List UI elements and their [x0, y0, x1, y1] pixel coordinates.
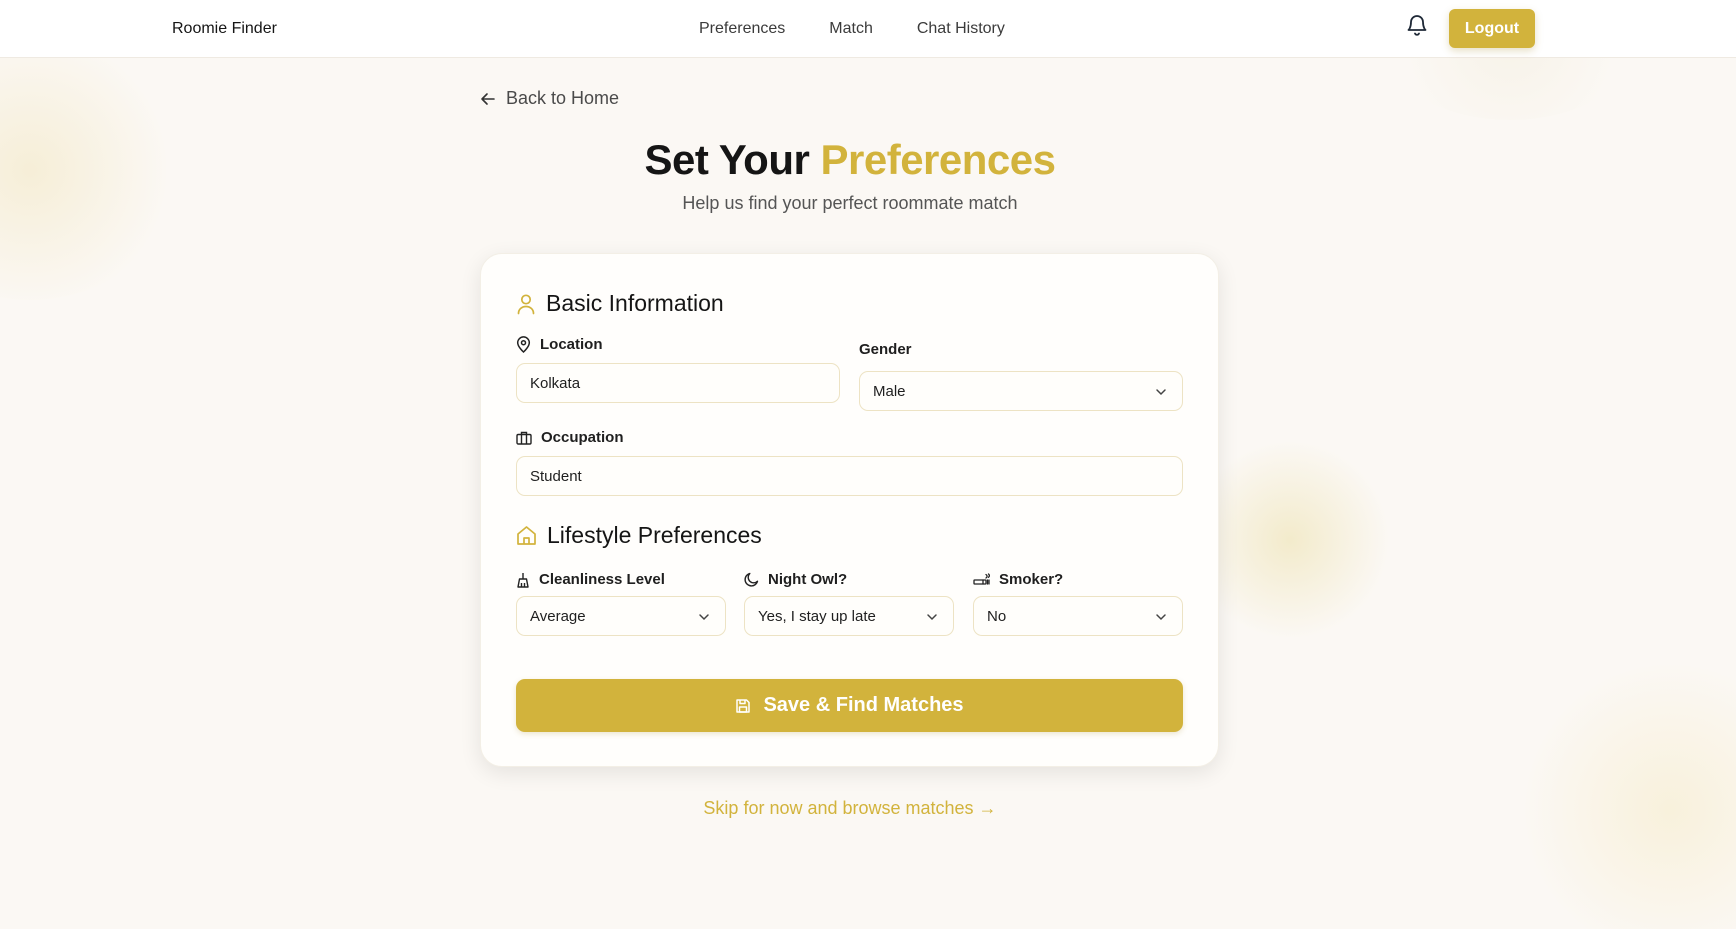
- location-input[interactable]: Kolkata: [516, 363, 840, 403]
- logout-button[interactable]: Logout: [1449, 9, 1535, 48]
- home-icon: [517, 526, 536, 545]
- page-subtitle: Help us find your perfect roommate match: [682, 193, 1018, 213]
- lifestyle-heading-text: Lifestyle Preferences: [547, 522, 762, 548]
- smoker-label: Smoker?: [973, 571, 1063, 588]
- smoker-select-value: No: [987, 607, 1007, 625]
- cleanliness-select-value: Average: [530, 607, 586, 625]
- night-owl-select[interactable]: Yes, I stay up late: [744, 596, 954, 636]
- page-title-prefix: Set Your: [644, 136, 810, 183]
- page-title-accent: Preferences: [820, 136, 1057, 183]
- smoker-label-text: Smoker?: [999, 571, 1064, 588]
- skip-browse-matches-link[interactable]: Skip for now and browse matches →: [0, 798, 1700, 819]
- broom-icon: [517, 572, 529, 588]
- night-owl-label: Night Owl?: [744, 571, 847, 588]
- gender-label-text: Gender: [859, 341, 912, 358]
- night-owl-select-value: Yes, I stay up late: [758, 607, 876, 625]
- cigarette-icon: [973, 573, 990, 585]
- page-title: Set Your Preferences: [0, 136, 1700, 184]
- gender-label: Gender: [859, 341, 912, 358]
- bell-icon[interactable]: [1405, 12, 1429, 38]
- occupation-label-text: Occupation: [541, 429, 624, 446]
- save-find-matches-label: Save & Find Matches: [763, 694, 964, 716]
- map-pin-icon: [516, 336, 531, 353]
- back-to-home-link[interactable]: Back to Home: [480, 88, 619, 109]
- preferences-card: Basic Information Location Kolkata Gende…: [480, 253, 1219, 767]
- location-label: Location: [516, 336, 603, 353]
- nav-link-chat-history[interactable]: Chat History: [917, 20, 1005, 38]
- save-find-matches-button[interactable]: Save & Find Matches: [516, 679, 1183, 732]
- chevron-down-icon: [1156, 389, 1166, 396]
- nav-links: Preferences Match Chat History: [699, 20, 1005, 38]
- chevron-down-icon: [1156, 614, 1166, 621]
- back-to-home-label: Back to Home: [506, 88, 620, 108]
- nav-link-match[interactable]: Match: [829, 20, 873, 38]
- brand-logo[interactable]: Roomie Finder: [172, 20, 277, 38]
- arrow-left-icon: [481, 92, 495, 105]
- briefcase-icon: [516, 431, 532, 445]
- occupation-input[interactable]: Student: [516, 456, 1183, 496]
- smoker-select[interactable]: No: [973, 596, 1183, 636]
- nav-link-preferences[interactable]: Preferences: [699, 20, 785, 38]
- gender-select[interactable]: Male: [859, 371, 1183, 411]
- cleanliness-label-text: Cleanliness Level: [539, 571, 665, 588]
- cleanliness-label: Cleanliness Level: [516, 571, 665, 588]
- chevron-down-icon: [927, 614, 937, 621]
- location-label-text: Location: [540, 336, 603, 353]
- gender-select-value: Male: [873, 382, 906, 400]
- basic-info-heading-text: Basic Information: [546, 290, 724, 316]
- chevron-down-icon: [699, 614, 709, 621]
- moon-icon: [744, 572, 759, 587]
- occupation-label: Occupation: [516, 429, 624, 446]
- top-nav: Roomie Finder Preferences Match Chat His…: [0, 0, 1736, 58]
- cleanliness-select[interactable]: Average: [516, 596, 726, 636]
- user-icon: [517, 293, 535, 314]
- save-icon: [736, 698, 751, 713]
- basic-info-heading: Basic Information: [516, 290, 724, 317]
- night-owl-label-text: Night Owl?: [768, 571, 848, 588]
- lifestyle-heading: Lifestyle Preferences: [516, 522, 762, 549]
